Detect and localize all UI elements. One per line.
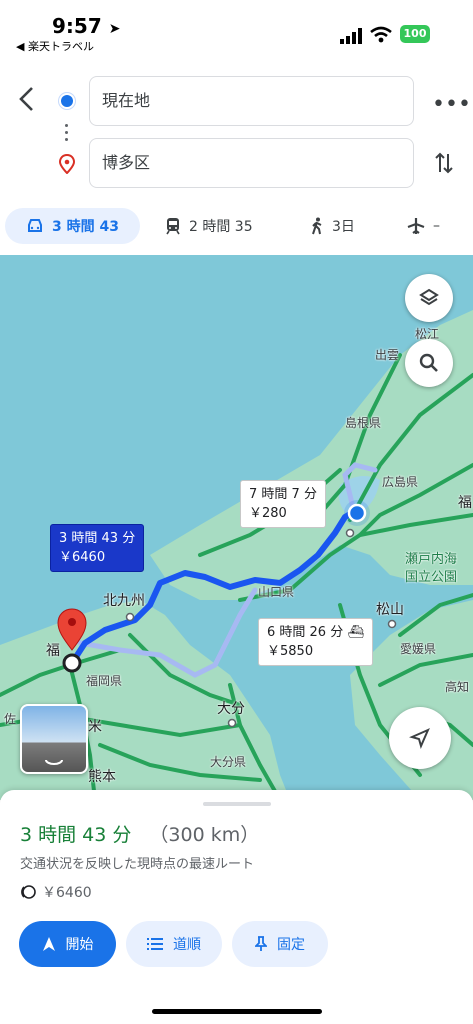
map-label-yamaguchi: 山口県 — [258, 585, 295, 599]
train-icon — [166, 218, 180, 235]
route-callout-selected-toll: ￥6460 — [59, 550, 106, 565]
map-label-fuku: 福 — [458, 495, 472, 511]
search-icon — [419, 353, 438, 372]
map-label-kume: 米 — [88, 719, 102, 735]
street-view-rotate-icon — [45, 759, 63, 765]
ferry-icon: ⛴ — [347, 625, 364, 640]
origin-dot-icon — [61, 95, 73, 107]
route-callout-selected-time: 3 時間 43 分 — [59, 531, 136, 546]
wifi-icon — [370, 26, 392, 43]
battery-icon: 100 — [400, 25, 430, 43]
route-duration: 3 時間 43 分 — [20, 824, 132, 846]
layers-button[interactable] — [405, 274, 453, 322]
more-options-icon[interactable]: ••• — [432, 92, 471, 117]
route-callout-alt-1[interactable]: 7 時間 7 分 ￥280 — [240, 480, 326, 528]
back-arrow-icon[interactable] — [14, 84, 40, 114]
route-callout-alt-2-toll: ￥5850 — [267, 644, 314, 659]
signal-icon — [340, 28, 362, 44]
car-icon — [28, 219, 42, 232]
route-connector-icon — [65, 124, 68, 145]
destination-pin-icon — [59, 154, 75, 174]
layers-icon — [419, 288, 439, 306]
tab-flight-label: – — [433, 218, 440, 234]
tab-drive[interactable]: 3 時間 43 — [5, 208, 140, 244]
route-callout-alt-2-time: 6 時間 26 分 — [267, 625, 344, 640]
navigate-arrow-icon — [42, 937, 55, 951]
navigation-arrow-icon — [409, 728, 430, 749]
route-subtitle: 交通状況を反映した現時点の最速ルート — [20, 857, 255, 872]
sheet-drag-handle[interactable] — [203, 802, 271, 806]
my-location-button[interactable] — [389, 707, 451, 769]
route-distance: （300 km） — [149, 824, 260, 846]
map-label-hiroshima: 広島県 — [382, 475, 419, 489]
search-along-route-button[interactable] — [405, 339, 453, 387]
map-label-setonaikai-1: 瀬戸内海 — [405, 552, 458, 567]
map-label-kitakyushu: 北九州 — [103, 593, 145, 609]
map-label-oita: 大分県 — [210, 755, 247, 769]
plane-icon — [407, 218, 425, 234]
map-label-saga: 佐 — [4, 712, 17, 726]
route-callout-alt-1-time: 7 時間 7 分 — [249, 487, 317, 502]
tab-transit-label: 2 時間 35 — [189, 219, 253, 235]
start-label: 開始 — [65, 937, 94, 953]
map-label-izumo: 出雲 — [375, 348, 400, 362]
map-label-fukuoka: 福岡県 — [86, 674, 123, 688]
list-icon — [147, 938, 163, 950]
tab-walk[interactable]: 3日 — [310, 208, 355, 244]
route-callout-alt-1-toll: ￥280 — [249, 506, 287, 521]
destination-input[interactable]: 博多区 — [89, 138, 414, 188]
tab-transit[interactable]: 2 時間 35 — [165, 208, 253, 244]
steps-button[interactable]: 道順 — [126, 921, 222, 967]
origin-input[interactable]: 現在地 — [89, 76, 414, 126]
toll-amount: ￥6460 — [42, 885, 92, 901]
map-label-setonaikai-2: 国立公園 — [405, 570, 458, 585]
map-label-kochi: 高知 — [445, 680, 470, 694]
pin-button[interactable]: 固定 — [232, 921, 328, 967]
tab-drive-label: 3 時間 43 — [52, 219, 119, 235]
pin-icon — [255, 936, 267, 951]
tab-flight[interactable]: – — [407, 208, 440, 244]
swap-icon[interactable] — [434, 150, 454, 176]
toll-info: ￥6460 — [20, 882, 92, 902]
map-label-shimane: 島根県 — [345, 416, 382, 430]
map-label-ehime: 愛媛県 — [400, 642, 437, 656]
route-callout-selected[interactable]: 3 時間 43 分 ￥6460 — [50, 524, 145, 572]
home-indicator[interactable] — [152, 1009, 322, 1014]
street-view-thumbnail[interactable] — [20, 704, 88, 774]
route-summary: 3 時間 43 分 （300 km） — [20, 820, 259, 847]
start-navigation-button[interactable]: 開始 — [19, 921, 116, 967]
map-label-matsuyama: 松山 — [376, 602, 404, 618]
pin-label: 固定 — [277, 937, 305, 953]
walk-icon — [312, 217, 322, 235]
steps-label: 道順 — [173, 937, 201, 953]
map-label-fukuoka-city: 福 — [46, 643, 60, 659]
status-time: 9:57 ➤ — [52, 14, 121, 38]
route-callout-alt-2[interactable]: 6 時間 26 分 ⛴ ￥5850 — [258, 618, 373, 666]
map-label-oita-city: 大分 — [217, 701, 245, 717]
tab-walk-label: 3日 — [332, 219, 355, 235]
map-label-kumamoto: 熊本 — [88, 769, 116, 785]
toll-icon — [21, 885, 36, 899]
back-to-app-link[interactable]: ◀ 楽天トラベル — [16, 38, 94, 54]
